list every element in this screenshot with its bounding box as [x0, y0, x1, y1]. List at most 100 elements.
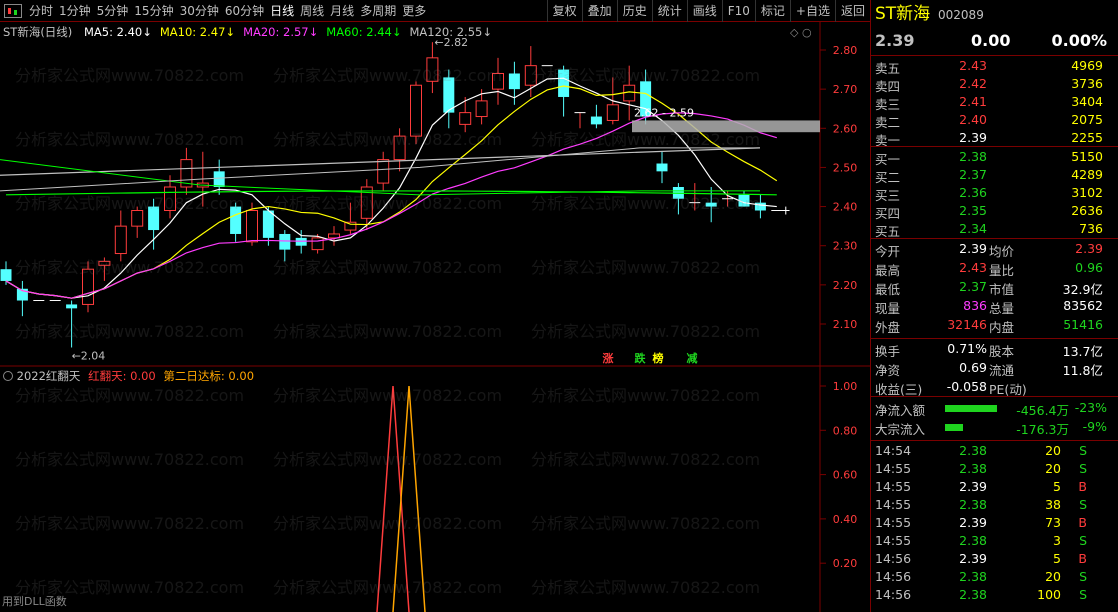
candle-body-down — [705, 202, 717, 207]
price-summary: 2.39 0.00 0.00% — [875, 31, 1111, 53]
tick-time: 14:56 — [875, 551, 912, 566]
period-tab[interactable]: 60分钟 — [222, 0, 267, 22]
toolbar-button[interactable]: +自选 — [789, 0, 835, 22]
order-book-row[interactable]: 买一 2.38 5150 — [871, 149, 1111, 167]
indicator-series1: 红翻天: 0.00 — [88, 369, 156, 383]
range-box — [632, 120, 820, 133]
stock-code: 002089 — [938, 8, 984, 22]
tick-row: 14:55 2.38 3 S — [871, 533, 1111, 551]
stat-row: 收益(三) -0.058 PE(动) — [871, 379, 1111, 397]
candle-body-down — [754, 202, 766, 211]
ma-legend-item: MA5: 2.40↓ — [84, 25, 152, 39]
tick-side: S — [1079, 587, 1087, 602]
stat-label: 总量 — [989, 301, 1015, 316]
tick-side: S — [1079, 443, 1087, 458]
candle-body-up — [492, 72, 504, 90]
order-volume: 2636 — [1071, 203, 1103, 218]
order-level-label: 卖三 — [875, 97, 901, 112]
stat-label: 内盘 — [989, 320, 1015, 335]
tick-time: 14:56 — [875, 587, 912, 602]
stat-value: 0.69 — [959, 360, 987, 375]
flow-label: 大宗流入 — [875, 422, 926, 437]
flow-label: 净流入额 — [875, 403, 926, 418]
stat-row: 外盘 32146 内盘 51416 — [871, 317, 1111, 335]
tick-row: 14:55 2.39 5 B — [871, 479, 1111, 497]
order-book-row[interactable]: 买五 2.34 736 — [871, 221, 1111, 239]
period-tab[interactable]: 5分钟 — [94, 0, 132, 22]
toolbar-button[interactable]: F10 — [721, 0, 755, 22]
stat-label: 最低 — [875, 282, 901, 297]
order-volume: 3736 — [1071, 76, 1103, 91]
tick-time: 14:55 — [875, 515, 912, 530]
tick-time: 14:55 — [875, 479, 912, 494]
main-chart-legend: ST新海(日线) MA5: 2.40↓ MA10: 2.47↓ MA20: 2.57… — [3, 24, 492, 40]
y-tick-label: 2.70 — [833, 83, 858, 96]
ma-legend-item: MA60: 2.44↓ — [326, 25, 401, 39]
order-book-row[interactable]: 买三 2.36 3102 — [871, 185, 1111, 203]
toolbar-button[interactable]: 复权 — [546, 0, 582, 22]
order-price: 2.37 — [959, 167, 987, 182]
chart-icon[interactable] — [4, 3, 22, 18]
candle-body-up — [606, 104, 619, 121]
y-tick-label: 2.50 — [833, 161, 858, 174]
order-book-row[interactable]: 卖四 2.42 3736 — [871, 76, 1111, 94]
period-tab[interactable]: 分时 — [26, 0, 56, 22]
stat-row: 最高 2.43 量比 0.96 — [871, 260, 1111, 278]
order-book-row[interactable]: 卖五 2.43 4969 — [871, 58, 1111, 76]
candle-body-up — [360, 186, 373, 219]
indicator-footer: 用到DLL函数 — [2, 595, 67, 608]
candle-body-up — [410, 84, 422, 137]
tick-volume: 3 — [1053, 533, 1061, 548]
ma-value: MA120: 2.55 — [409, 25, 483, 39]
tick-volume: 20 — [1045, 569, 1061, 584]
tick-volume: 20 — [1045, 461, 1061, 476]
period-tab[interactable]: 周线 — [297, 0, 327, 22]
order-volume: 5150 — [1071, 149, 1103, 164]
period-tab[interactable]: 1分钟 — [56, 0, 94, 22]
tick-volume: 100 — [1037, 587, 1061, 602]
order-book-row[interactable]: 买四 2.35 2636 — [871, 203, 1111, 221]
y-tick-label: 0.80 — [833, 424, 858, 437]
period-tab[interactable]: 日线 — [267, 0, 297, 22]
candle-body-up — [98, 260, 111, 266]
order-volume: 2255 — [1071, 130, 1103, 145]
candle-body-up — [164, 186, 176, 211]
order-book-row[interactable]: 买二 2.37 4289 — [871, 167, 1111, 185]
period-tab[interactable]: 多周期 — [357, 0, 399, 22]
candle-body-up — [246, 209, 258, 243]
toolbar-button[interactable]: 统计 — [651, 0, 687, 22]
order-book-row[interactable]: 卖三 2.41 3404 — [871, 94, 1111, 112]
candle-body-down — [66, 304, 78, 309]
period-tab[interactable]: 15分钟 — [131, 0, 176, 22]
toolbar-button[interactable]: 叠加 — [581, 0, 617, 22]
period-tab[interactable]: 月线 — [327, 0, 357, 22]
kline-chart[interactable]: 2.80 2.70 2.60 2.50 2.40 2.30 2.20 2.10 1.00 0.80… — [0, 22, 870, 612]
toolbar-button[interactable]: 历史 — [616, 0, 652, 22]
period-tab[interactable]: 更多 — [399, 0, 429, 22]
toolbar-button[interactable]: 画线 — [686, 0, 722, 22]
chart-area: 2.80 2.70 2.60 2.50 2.40 2.30 2.20 2.10 1.00 0.80… — [0, 22, 870, 612]
tick-row: 14:56 2.39 5 B — [871, 551, 1111, 569]
tick-side: B — [1078, 515, 1087, 530]
indicator-options-icon[interactable] — [3, 371, 13, 381]
y-tick-label: 2.10 — [833, 318, 858, 331]
toolbar-button[interactable]: 标记 — [754, 0, 790, 22]
order-volume: 2075 — [1071, 112, 1103, 127]
tick-side: S — [1079, 497, 1087, 512]
ma20-line — [5, 112, 777, 299]
order-volume: 3102 — [1071, 185, 1103, 200]
period-tab[interactable]: 30分钟 — [177, 0, 222, 22]
order-book-row[interactable]: 卖二 2.40 2075 — [871, 112, 1111, 130]
toolbar-button[interactable]: 返回 — [834, 0, 870, 22]
ma-value: MA10: 2.47 — [159, 25, 226, 39]
chart-options-icons[interactable]: ◇ ○ — [790, 26, 812, 39]
tick-row: 14:55 2.38 20 S — [871, 461, 1111, 479]
stock-header: ST新海 002089 — [875, 3, 984, 25]
signal-label: 减 — [687, 351, 698, 365]
order-volume: 3404 — [1071, 94, 1103, 109]
order-level-label: 买三 — [875, 188, 901, 203]
candle-body-up — [475, 100, 488, 118]
indicator-spike — [392, 385, 426, 612]
tick-row: 14:54 2.38 20 S — [871, 443, 1111, 461]
tick-price: 2.38 — [959, 533, 987, 548]
